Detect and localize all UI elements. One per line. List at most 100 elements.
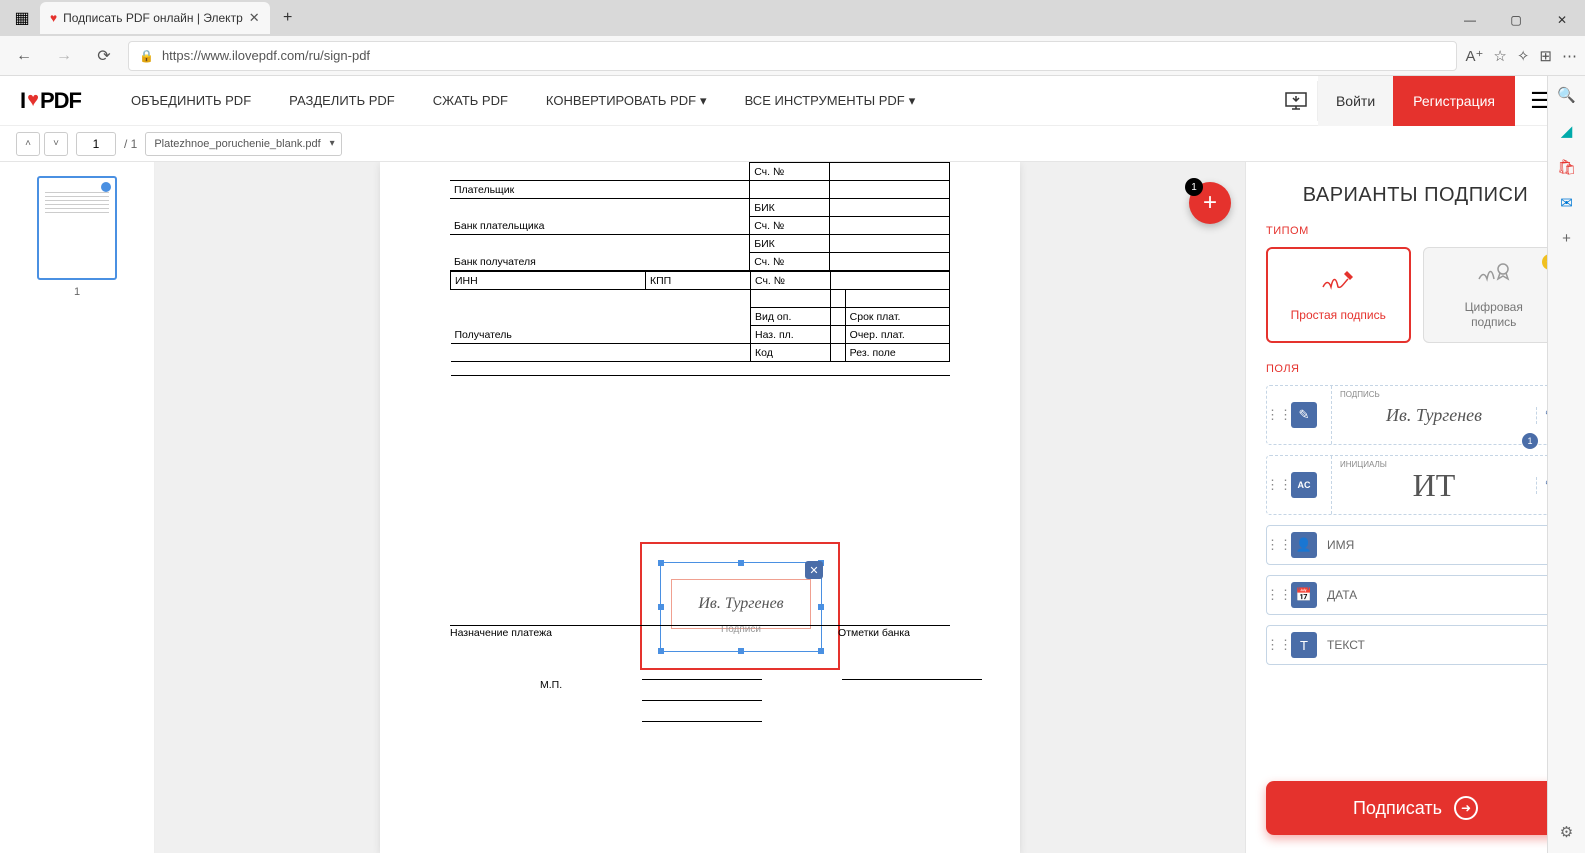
resize-handle[interactable] [818, 604, 824, 610]
type-digital-signature[interactable]: ★ Цифровая подпись [1423, 247, 1566, 343]
label-mp: М.П. [540, 679, 562, 691]
file-selector[interactable]: Platezhnoe_poruchenie_blank.pdf [145, 132, 341, 156]
favorite-icon[interactable]: ☆ [1493, 47, 1506, 65]
drag-handle-icon[interactable]: ⋮⋮ [1267, 537, 1291, 553]
drag-handle-icon[interactable]: ⋮⋮ [1267, 637, 1291, 653]
logo-text-suffix: PDF [40, 88, 81, 114]
cell-payer: Плательщик [450, 181, 750, 199]
drag-handle-icon[interactable]: ⋮⋮ [1267, 407, 1291, 423]
site-header: I ♥ PDF ОБЪЕДИНИТЬ PDF РАЗДЕЛИТЬ PDF СЖА… [0, 76, 1585, 126]
cell-payee: Получатель [451, 290, 751, 344]
tab-close-icon[interactable]: ✕ [249, 10, 260, 26]
field-name[interactable]: ⋮⋮ 👤 ИМЯ [1266, 525, 1565, 565]
site-logo[interactable]: I ♥ PDF [20, 88, 81, 114]
drag-handle-icon[interactable]: ⋮⋮ [1267, 587, 1291, 603]
back-button[interactable]: ← [8, 40, 40, 72]
cell-kod: Код [751, 344, 831, 362]
outlook-icon[interactable]: ✉ [1560, 194, 1573, 212]
cell-bik: БИК [750, 199, 830, 217]
edge-sidebar: 🔍 ◢ 🛍 ✉ + ⚙ [1547, 76, 1585, 853]
initials-field-icon: AC [1291, 472, 1317, 498]
name-field-label: ИМЯ [1327, 538, 1354, 552]
tab-actions-icon[interactable]: ▦ [8, 4, 36, 32]
page-down-button[interactable]: ˅ [44, 132, 68, 156]
url-input[interactable]: 🔒 https://www.ilovepdf.com/ru/sign-pdf [128, 41, 1457, 71]
field-signature[interactable]: ⋮⋮ ✎ ПОДПИСЬ Ив. Тургенев ✎ 1 [1266, 385, 1565, 445]
window-close-icon[interactable]: ✕ [1539, 4, 1585, 36]
signature-field-icon: ✎ [1291, 402, 1317, 428]
browser-tab[interactable]: ♥ Подписать PDF онлайн | Электр ✕ [40, 2, 270, 34]
lock-icon: 🔒 [139, 49, 154, 63]
field-date[interactable]: ⋮⋮ 📅 ДАТА [1266, 575, 1565, 615]
remove-signature-icon[interactable]: ✕ [805, 561, 823, 579]
type-simple-signature[interactable]: Простая подпись [1266, 247, 1411, 343]
pdf-page[interactable]: Сч. № Плательщик Банк плательщикаБИК Сч.… [380, 162, 1020, 853]
page-up-button[interactable]: ˄ [16, 132, 40, 156]
cell-kpp: КПП [646, 272, 751, 290]
nav-merge[interactable]: ОБЪЕДИНИТЬ PDF [131, 93, 251, 109]
label-purpose: Назначение платежа [450, 627, 552, 639]
resize-handle[interactable] [658, 560, 664, 566]
extensions-icon[interactable]: ⊞ [1539, 47, 1552, 65]
canvas-area[interactable]: Сч. № Плательщик Банк плательщикаБИК Сч.… [155, 162, 1245, 853]
field-initials[interactable]: ⋮⋮ AC ИНИЦИАЛЫ ИТ ✎ [1266, 455, 1565, 515]
initials-preview-text: ИТ [1413, 467, 1456, 504]
main-nav: ОБЪЕДИНИТЬ PDF РАЗДЕЛИТЬ PDF СЖАТЬ PDF К… [131, 93, 915, 109]
settings-icon[interactable]: ⚙ [1560, 823, 1573, 841]
register-button[interactable]: Регистрация [1393, 76, 1515, 126]
page-number-input[interactable] [76, 132, 116, 156]
collections-icon[interactable]: ✧ [1517, 47, 1530, 65]
cell-sch-no-4: Сч. № [751, 272, 831, 290]
page-thumbnail[interactable] [37, 176, 117, 280]
cell-inn: ИНН [451, 272, 646, 290]
window-minimize-icon[interactable]: — [1447, 4, 1493, 36]
text-field-icon: T [1291, 632, 1317, 658]
nav-compress[interactable]: СЖАТЬ PDF [433, 93, 508, 109]
document-toolbar: ˄ ˅ / 1 Platezhnoe_poruchenie_blank.pdf [0, 126, 1585, 162]
file-name: Platezhnoe_poruchenie_blank.pdf [154, 138, 320, 150]
signature-count-badge: 1 [1522, 433, 1538, 449]
signature-preview-text: Ив. Тургенев [1386, 405, 1482, 426]
arrow-right-icon: ➜ [1454, 796, 1478, 820]
thumbnail-panel: 1 [0, 162, 155, 853]
drag-handle-icon[interactable]: ⋮⋮ [1267, 477, 1291, 493]
desktop-app-icon[interactable] [1276, 81, 1318, 121]
type-digital-label-1: Цифровая [1465, 300, 1523, 314]
bing-icon[interactable]: ◢ [1561, 122, 1573, 140]
thumbnail-number: 1 [74, 286, 80, 298]
page-total: / 1 [124, 137, 137, 151]
certificate-icon [1477, 261, 1511, 292]
new-tab-button[interactable]: + [274, 4, 302, 32]
cell-sch-no-3: Сч. № [750, 253, 830, 271]
add-sidebar-icon[interactable]: + [1562, 230, 1571, 247]
options-panel: ВАРИАНТЫ ПОДПИСИ ТИПОМ Простая подпись ★… [1245, 162, 1585, 853]
refresh-button[interactable]: ⟳ [88, 40, 120, 72]
nav-convert[interactable]: КОНВЕРТИРОВАТЬ PDF▾ [546, 93, 707, 109]
signature-text: Ив. Тургенев [698, 595, 783, 613]
nav-split[interactable]: РАЗДЕЛИТЬ PDF [289, 93, 395, 109]
label-bank-marks: Отметки банка [838, 627, 910, 639]
cell-rez: Рез. поле [845, 344, 949, 362]
resize-handle[interactable] [738, 560, 744, 566]
cell-sch-no-2: Сч. № [750, 217, 830, 235]
fab-badge: 1 [1185, 178, 1203, 196]
cell-payee-bank: Банк получателя [450, 235, 750, 271]
nav-alltools[interactable]: ВСЕ ИНСТРУМЕНТЫ PDF▾ [745, 93, 916, 109]
logo-text-prefix: I [20, 88, 25, 114]
sign-button[interactable]: Подписать ➜ [1266, 781, 1565, 835]
shopping-icon[interactable]: 🛍 [1557, 158, 1576, 176]
add-page-fab[interactable]: 1 + [1189, 182, 1231, 224]
chevron-down-icon: ▾ [909, 93, 916, 109]
field-text[interactable]: ⋮⋮ T ТЕКСТ [1266, 625, 1565, 665]
read-aloud-icon[interactable]: A⁺ [1465, 47, 1483, 65]
login-button[interactable]: Войти [1318, 76, 1393, 126]
date-field-label: ДАТА [1327, 588, 1357, 602]
resize-handle[interactable] [658, 604, 664, 610]
cell-ocher: Очер. плат. [845, 326, 949, 344]
text-field-label: ТЕКСТ [1327, 638, 1365, 652]
menu-icon[interactable]: ⋯ [1562, 47, 1577, 65]
chevron-down-icon: ▾ [700, 93, 707, 109]
window-maximize-icon[interactable]: ▢ [1493, 4, 1539, 36]
search-icon[interactable]: 🔍 [1557, 86, 1576, 104]
cell-naz-pl: Наз. пл. [751, 326, 831, 344]
